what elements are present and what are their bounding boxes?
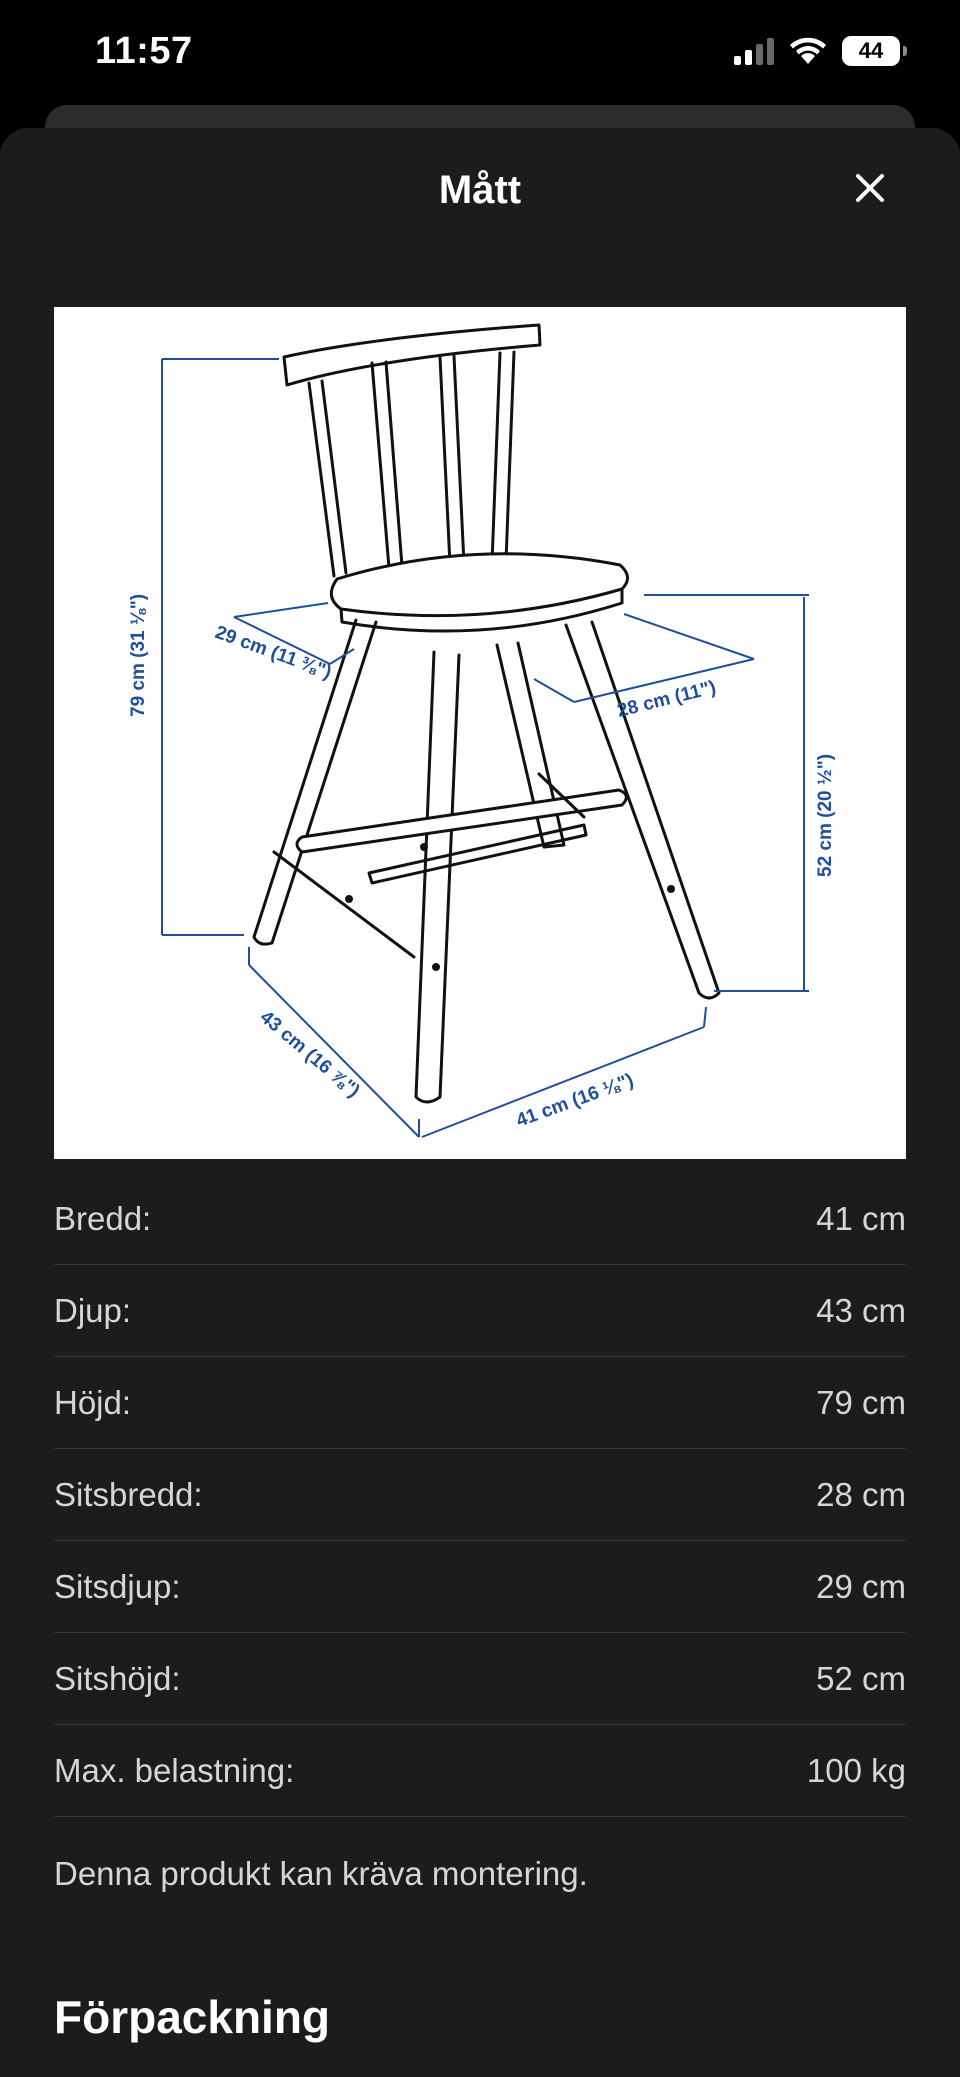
measurement-label: Sitsdjup: <box>54 1567 181 1605</box>
battery-icon: 44 <box>842 36 907 66</box>
measurement-row-depth: Djup: 43 cm <box>54 1265 906 1357</box>
sheet-title: Mått <box>438 168 522 212</box>
close-icon <box>856 174 884 202</box>
label-seat-height: 52 cm (20 ½") <box>815 754 836 877</box>
measurement-row-height: Höjd: 79 cm <box>54 1357 906 1449</box>
measurement-row-width: Bredd: 41 cm <box>54 1173 906 1265</box>
signal-icon <box>734 37 774 65</box>
label-seat-width: 28 cm (11") <box>615 677 718 722</box>
label-width: 41 cm (16 ⅛") <box>514 1070 637 1132</box>
label-depth: 43 cm (16 ⅞") <box>256 1007 364 1102</box>
measurement-value: 79 cm <box>816 1383 906 1421</box>
measurement-value: 41 cm <box>816 1199 906 1237</box>
measurement-label: Sitsbredd: <box>54 1475 203 1513</box>
chair-screws <box>345 843 675 971</box>
label-seat-depth: 29 cm (11 ⅜") <box>212 622 334 683</box>
measurement-value: 43 cm <box>816 1291 906 1329</box>
measurement-row-seat-height: Sitshöjd: 52 cm <box>54 1633 906 1725</box>
measurement-row-max-load: Max. belastning: 100 kg <box>54 1725 906 1817</box>
measurement-row-seat-width: Sitsbredd: 28 cm <box>54 1449 906 1541</box>
measurement-label: Höjd: <box>54 1383 132 1421</box>
assembly-note: Denna produkt kan kräva montering. <box>54 1855 588 1892</box>
wifi-icon <box>790 37 826 64</box>
label-height: 79 cm (31 ⅛") <box>128 594 149 717</box>
measurement-value: 29 cm <box>816 1567 906 1605</box>
status-bar: 11:57 44 <box>0 0 960 110</box>
measurement-value: 28 cm <box>816 1475 906 1513</box>
measurement-label: Sitshöjd: <box>54 1659 181 1697</box>
close-button[interactable] <box>846 164 894 212</box>
measurement-value: 100 kg <box>806 1751 906 1789</box>
measurements-list: Bredd: 41 cm Djup: 43 cm Höjd: 79 cm Sit… <box>54 1173 906 1817</box>
measurement-label: Max. belastning: <box>54 1751 295 1789</box>
measurement-value: 52 cm <box>816 1659 906 1697</box>
dimension-labels: 79 cm (31 ⅛") 29 cm (11 ⅜") 28 cm (11") … <box>128 594 836 1132</box>
measurement-label: Bredd: <box>54 1199 152 1237</box>
status-icons: 44 <box>734 36 907 66</box>
status-time: 11:57 <box>95 30 193 72</box>
measurement-row-seat-depth: Sitsdjup: 29 cm <box>54 1541 906 1633</box>
chair-dimension-drawing: 79 cm (31 ⅛") 29 cm (11 ⅜") 28 cm (11") … <box>128 323 836 1138</box>
section-title-packaging: Förpackning <box>54 1991 331 2043</box>
dimension-image: 79 cm (31 ⅛") 29 cm (11 ⅜") 28 cm (11") … <box>54 307 906 1159</box>
battery-level: 44 <box>858 38 884 63</box>
measurement-label: Djup: <box>54 1291 132 1329</box>
